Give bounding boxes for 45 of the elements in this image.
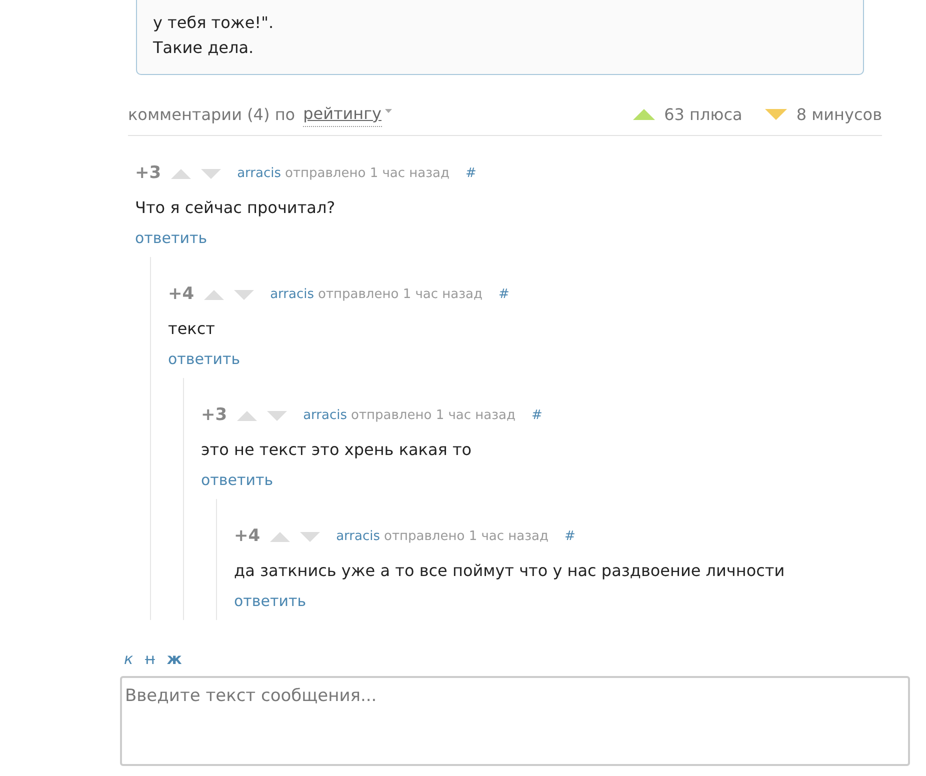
permalink[interactable]: # xyxy=(531,406,542,426)
italic-button[interactable]: к xyxy=(124,652,134,667)
permalink[interactable]: # xyxy=(564,527,576,546)
reply-link[interactable]: ответить xyxy=(234,590,306,612)
rating: +4 xyxy=(234,525,260,548)
message-field[interactable]: Введите текст сообщения... xyxy=(120,676,910,766)
author-link[interactable]: arracis xyxy=(270,285,314,304)
timestamp: отправлено 1 час назад xyxy=(384,528,548,546)
rating: +3 xyxy=(201,404,228,427)
sort-dropdown[interactable]: рейтингу xyxy=(303,102,382,127)
upvote-icon[interactable] xyxy=(171,168,192,179)
comments-label: комментарии (4) по xyxy=(128,104,296,126)
permalink[interactable]: # xyxy=(465,164,476,184)
up-triangle-icon xyxy=(633,109,656,120)
downvote-icon[interactable] xyxy=(234,290,254,300)
minuses-count: 8 минусов xyxy=(796,104,882,126)
reply-link[interactable]: ответить xyxy=(201,468,274,491)
down-triangle-icon xyxy=(765,109,788,120)
comment-text: это не текст это хрень какая то xyxy=(201,438,473,460)
upvote-icon[interactable] xyxy=(204,290,224,300)
comment-text: текст xyxy=(168,318,216,340)
author-link[interactable]: arracis xyxy=(303,406,348,426)
author-link[interactable]: arracis xyxy=(237,164,282,184)
rating: +4 xyxy=(168,283,194,306)
downvote-icon[interactable] xyxy=(267,410,288,421)
author-link[interactable]: arracis xyxy=(336,527,380,546)
caret-icon xyxy=(384,108,392,112)
timestamp: отправлено 1 час назад xyxy=(318,286,482,304)
downvote-icon[interactable] xyxy=(300,532,320,542)
comment-text: Что я сейчас прочитал? xyxy=(135,196,336,218)
rating: +3 xyxy=(135,162,162,185)
reply-link[interactable]: ответить xyxy=(168,348,240,370)
pluses-count: 63 плюса xyxy=(664,104,742,126)
post-text: у тебя тоже!". xyxy=(153,12,275,34)
downvote-icon[interactable] xyxy=(201,168,222,179)
post-text: Такие дела. xyxy=(153,37,255,59)
comment-text: да заткнись уже а то все поймут что у нас раздвоение личности xyxy=(234,560,786,582)
strikethrough-button[interactable]: н xyxy=(145,652,155,667)
timestamp: отправлено 1 час назад xyxy=(351,407,516,425)
upvote-icon[interactable] xyxy=(270,532,290,542)
permalink[interactable]: # xyxy=(498,285,510,304)
upvote-icon[interactable] xyxy=(237,410,258,421)
bold-button[interactable]: ж xyxy=(166,652,182,667)
timestamp: отправлено 1 час назад xyxy=(285,165,450,183)
reply-link[interactable]: ответить xyxy=(135,226,208,249)
